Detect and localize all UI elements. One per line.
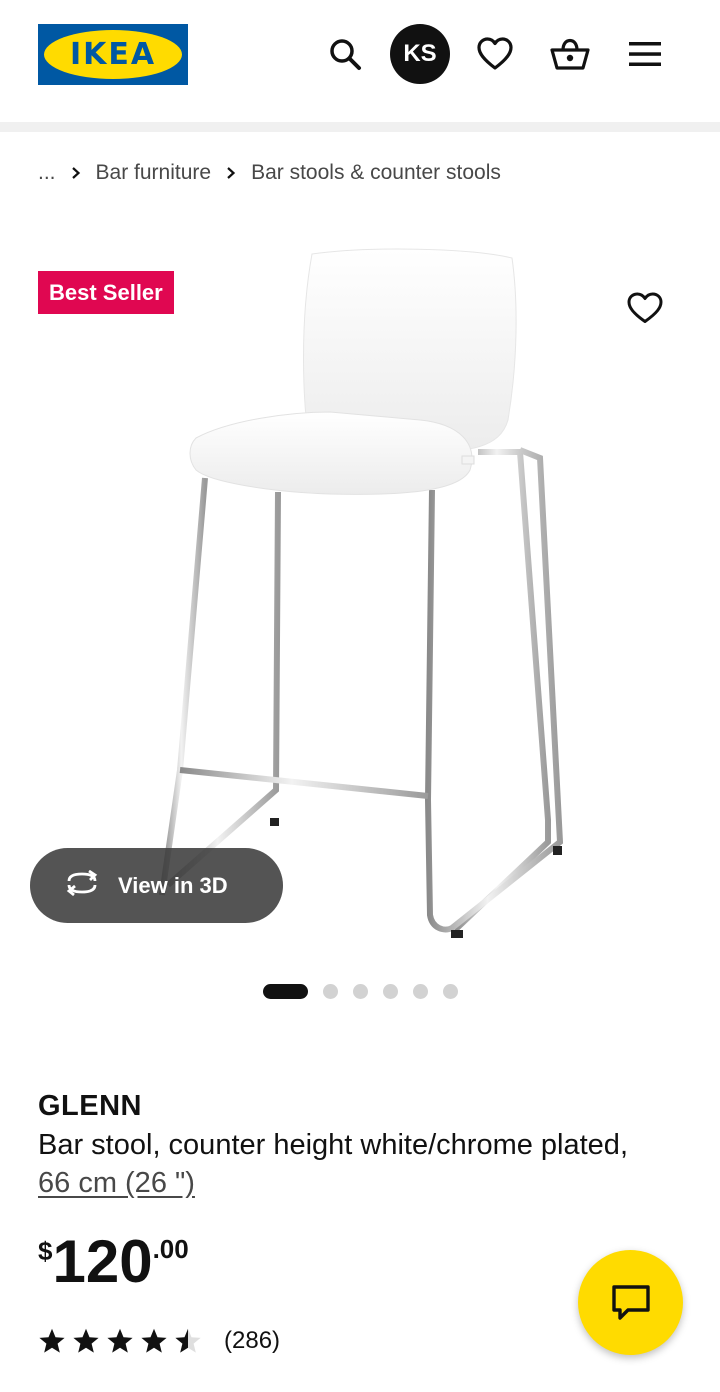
carousel-dot[interactable] (413, 983, 428, 999)
chevron-right-icon (56, 166, 96, 180)
view-in-3d-button[interactable]: View in 3D (30, 848, 283, 923)
ikea-logo[interactable]: IKEA (38, 24, 188, 85)
avatar[interactable]: KS (390, 24, 450, 84)
product-image[interactable] (0, 230, 720, 950)
rotate-3d-icon (62, 869, 102, 902)
price-integer: 120 (52, 1228, 153, 1295)
menu-icon[interactable] (615, 24, 675, 84)
chat-button[interactable] (578, 1250, 683, 1355)
basket-icon[interactable] (540, 24, 600, 84)
breadcrumb: ... Bar furniture Bar stools & counter s… (38, 158, 501, 188)
carousel-dot[interactable] (323, 983, 338, 999)
size-link[interactable]: 66 cm (26 ") (38, 1167, 195, 1199)
chat-bubble-icon (611, 1284, 650, 1320)
star-icon (73, 1328, 99, 1353)
chevron-right-icon (211, 166, 251, 180)
carousel-dot[interactable] (353, 983, 368, 999)
header-divider (0, 122, 720, 132)
product-rating[interactable]: (286) (38, 1322, 280, 1360)
logo-oval: IKEA (44, 30, 182, 79)
breadcrumb-item-bar-furniture[interactable]: Bar furniture (96, 161, 212, 185)
carousel-dot[interactable] (263, 983, 308, 999)
carousel-dot[interactable] (383, 983, 398, 999)
breadcrumb-item-bar-stools[interactable]: Bar stools & counter stools (251, 161, 501, 185)
add-to-favourites-icon[interactable] (625, 288, 665, 328)
product-name: GLENN (38, 1090, 142, 1122)
star-icon (107, 1328, 133, 1353)
star-icon (141, 1328, 167, 1353)
breadcrumb-ellipsis[interactable]: ... (38, 161, 56, 185)
product-description: Bar stool, counter height white/chrome p… (38, 1126, 658, 1202)
bar-stool-image (159, 248, 564, 938)
carousel-dots (263, 983, 458, 999)
price-currency: $ (38, 1236, 53, 1266)
best-seller-badge: Best Seller (38, 271, 174, 314)
carousel-dot[interactable] (443, 983, 458, 999)
product-price: $ 120 .00 (38, 1230, 189, 1294)
logo-text: IKEA (69, 37, 157, 72)
product-description-text: Bar stool, counter height white/chrome p… (38, 1129, 628, 1161)
view-in-3d-label: View in 3D (118, 872, 228, 898)
half-star-icon (175, 1328, 201, 1353)
heart-icon[interactable] (465, 24, 525, 84)
review-count[interactable]: (286) (224, 1327, 280, 1355)
search-icon[interactable] (315, 24, 375, 84)
star-icon (39, 1328, 65, 1353)
price-decimal: .00 (152, 1234, 189, 1264)
header: IKEA KS (0, 0, 720, 122)
